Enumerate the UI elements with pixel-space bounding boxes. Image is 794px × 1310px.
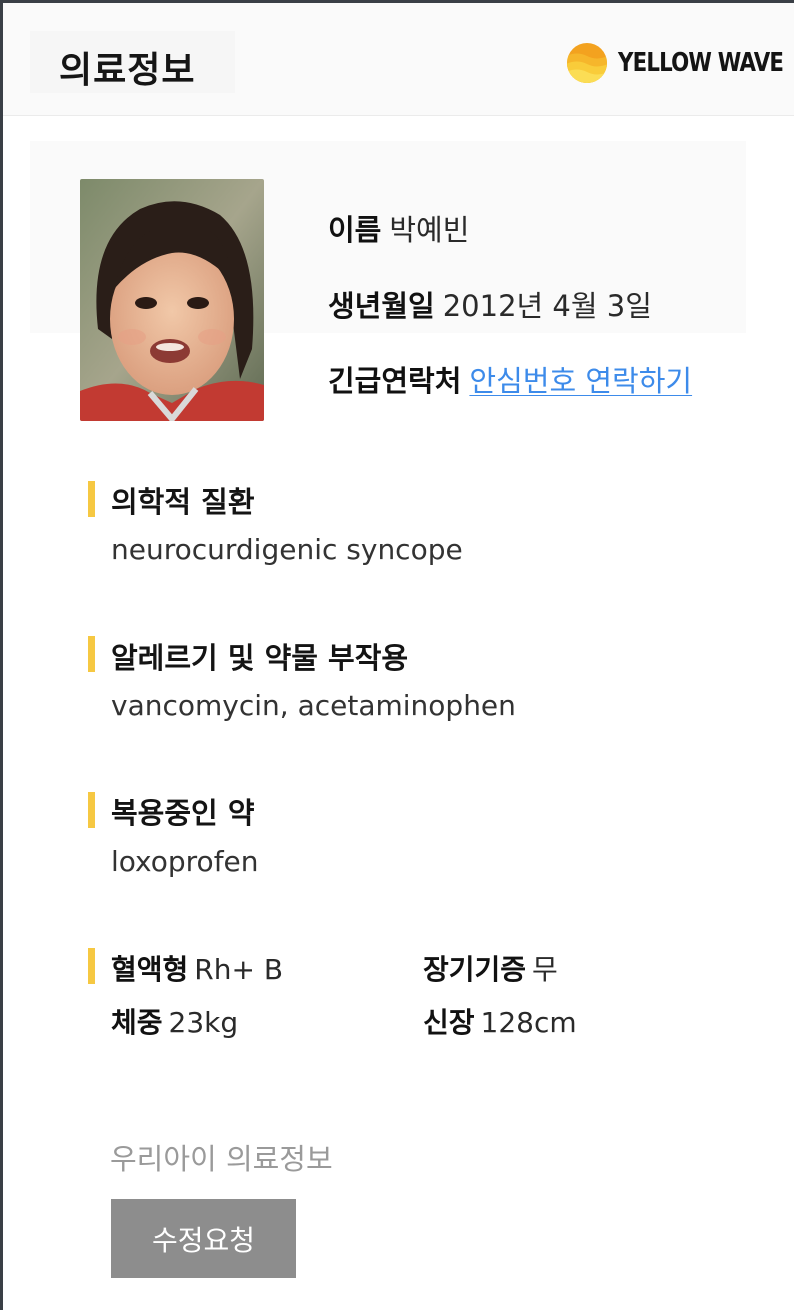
condition-value: neurocurdigenic syncope <box>111 533 463 566</box>
app-frame: 의료정보 YELLOW WAVE 이름 박예빈 생년월일 2012년 4월 3일… <box>0 0 794 1310</box>
yellow-wave-logo-icon <box>567 43 607 83</box>
contact-row: 긴급연락처 안심번호 연락하기 <box>328 358 692 400</box>
child-photo <box>80 179 264 421</box>
allergy-title: 알레르기 및 약물 부작용 <box>111 641 409 675</box>
medication-value: loxoprofen <box>111 845 259 878</box>
section-accent-bar <box>88 481 95 517</box>
name-row: 이름 박예빈 <box>328 207 469 249</box>
blood-type-value: Rh+ B <box>194 953 284 986</box>
medication-title: 복용중인 약 <box>111 796 255 830</box>
height: 신장 128cm <box>423 1001 577 1041</box>
section-accent-bar <box>88 792 95 828</box>
page-title: 의료정보 <box>59 50 196 91</box>
height-value: 128cm <box>480 1006 577 1039</box>
birth-row: 생년월일 2012년 4월 3일 <box>328 283 652 325</box>
edit-request-button[interactable]: 수정요청 <box>111 1199 296 1278</box>
section-accent-bar <box>88 636 95 672</box>
allergy-value: vancomycin, acetaminophen <box>111 689 516 722</box>
weight-label: 체중 <box>111 1006 163 1039</box>
condition-title: 의학적 질환 <box>111 485 255 519</box>
name-label: 이름 <box>328 213 382 247</box>
organ-donor-value: 무 <box>532 953 558 986</box>
blood-type-label: 혈액형 <box>111 953 189 986</box>
contact-label: 긴급연락처 <box>328 364 462 398</box>
organ-donor-label: 장기기증 <box>423 953 527 986</box>
birth-label: 생년월일 <box>328 289 435 323</box>
organ-donor: 장기기증 무 <box>423 948 558 988</box>
birth-value: 2012년 4월 3일 <box>442 289 652 323</box>
height-label: 신장 <box>423 1006 475 1039</box>
header: 의료정보 YELLOW WAVE <box>3 3 794 116</box>
blood-type: 혈액형 Rh+ B <box>111 948 283 988</box>
safe-number-contact-link[interactable]: 안심번호 연락하기 <box>469 364 692 398</box>
name-value: 박예빈 <box>389 213 470 247</box>
brand[interactable]: YELLOW WAVE <box>566 41 794 85</box>
brand-name: YELLOW WAVE <box>618 48 784 78</box>
weight-value: 23kg <box>168 1006 239 1039</box>
footer-label: 우리아이 의료정보 <box>110 1142 333 1176</box>
section-accent-bar <box>88 948 95 984</box>
weight: 체중 23kg <box>111 1001 238 1041</box>
